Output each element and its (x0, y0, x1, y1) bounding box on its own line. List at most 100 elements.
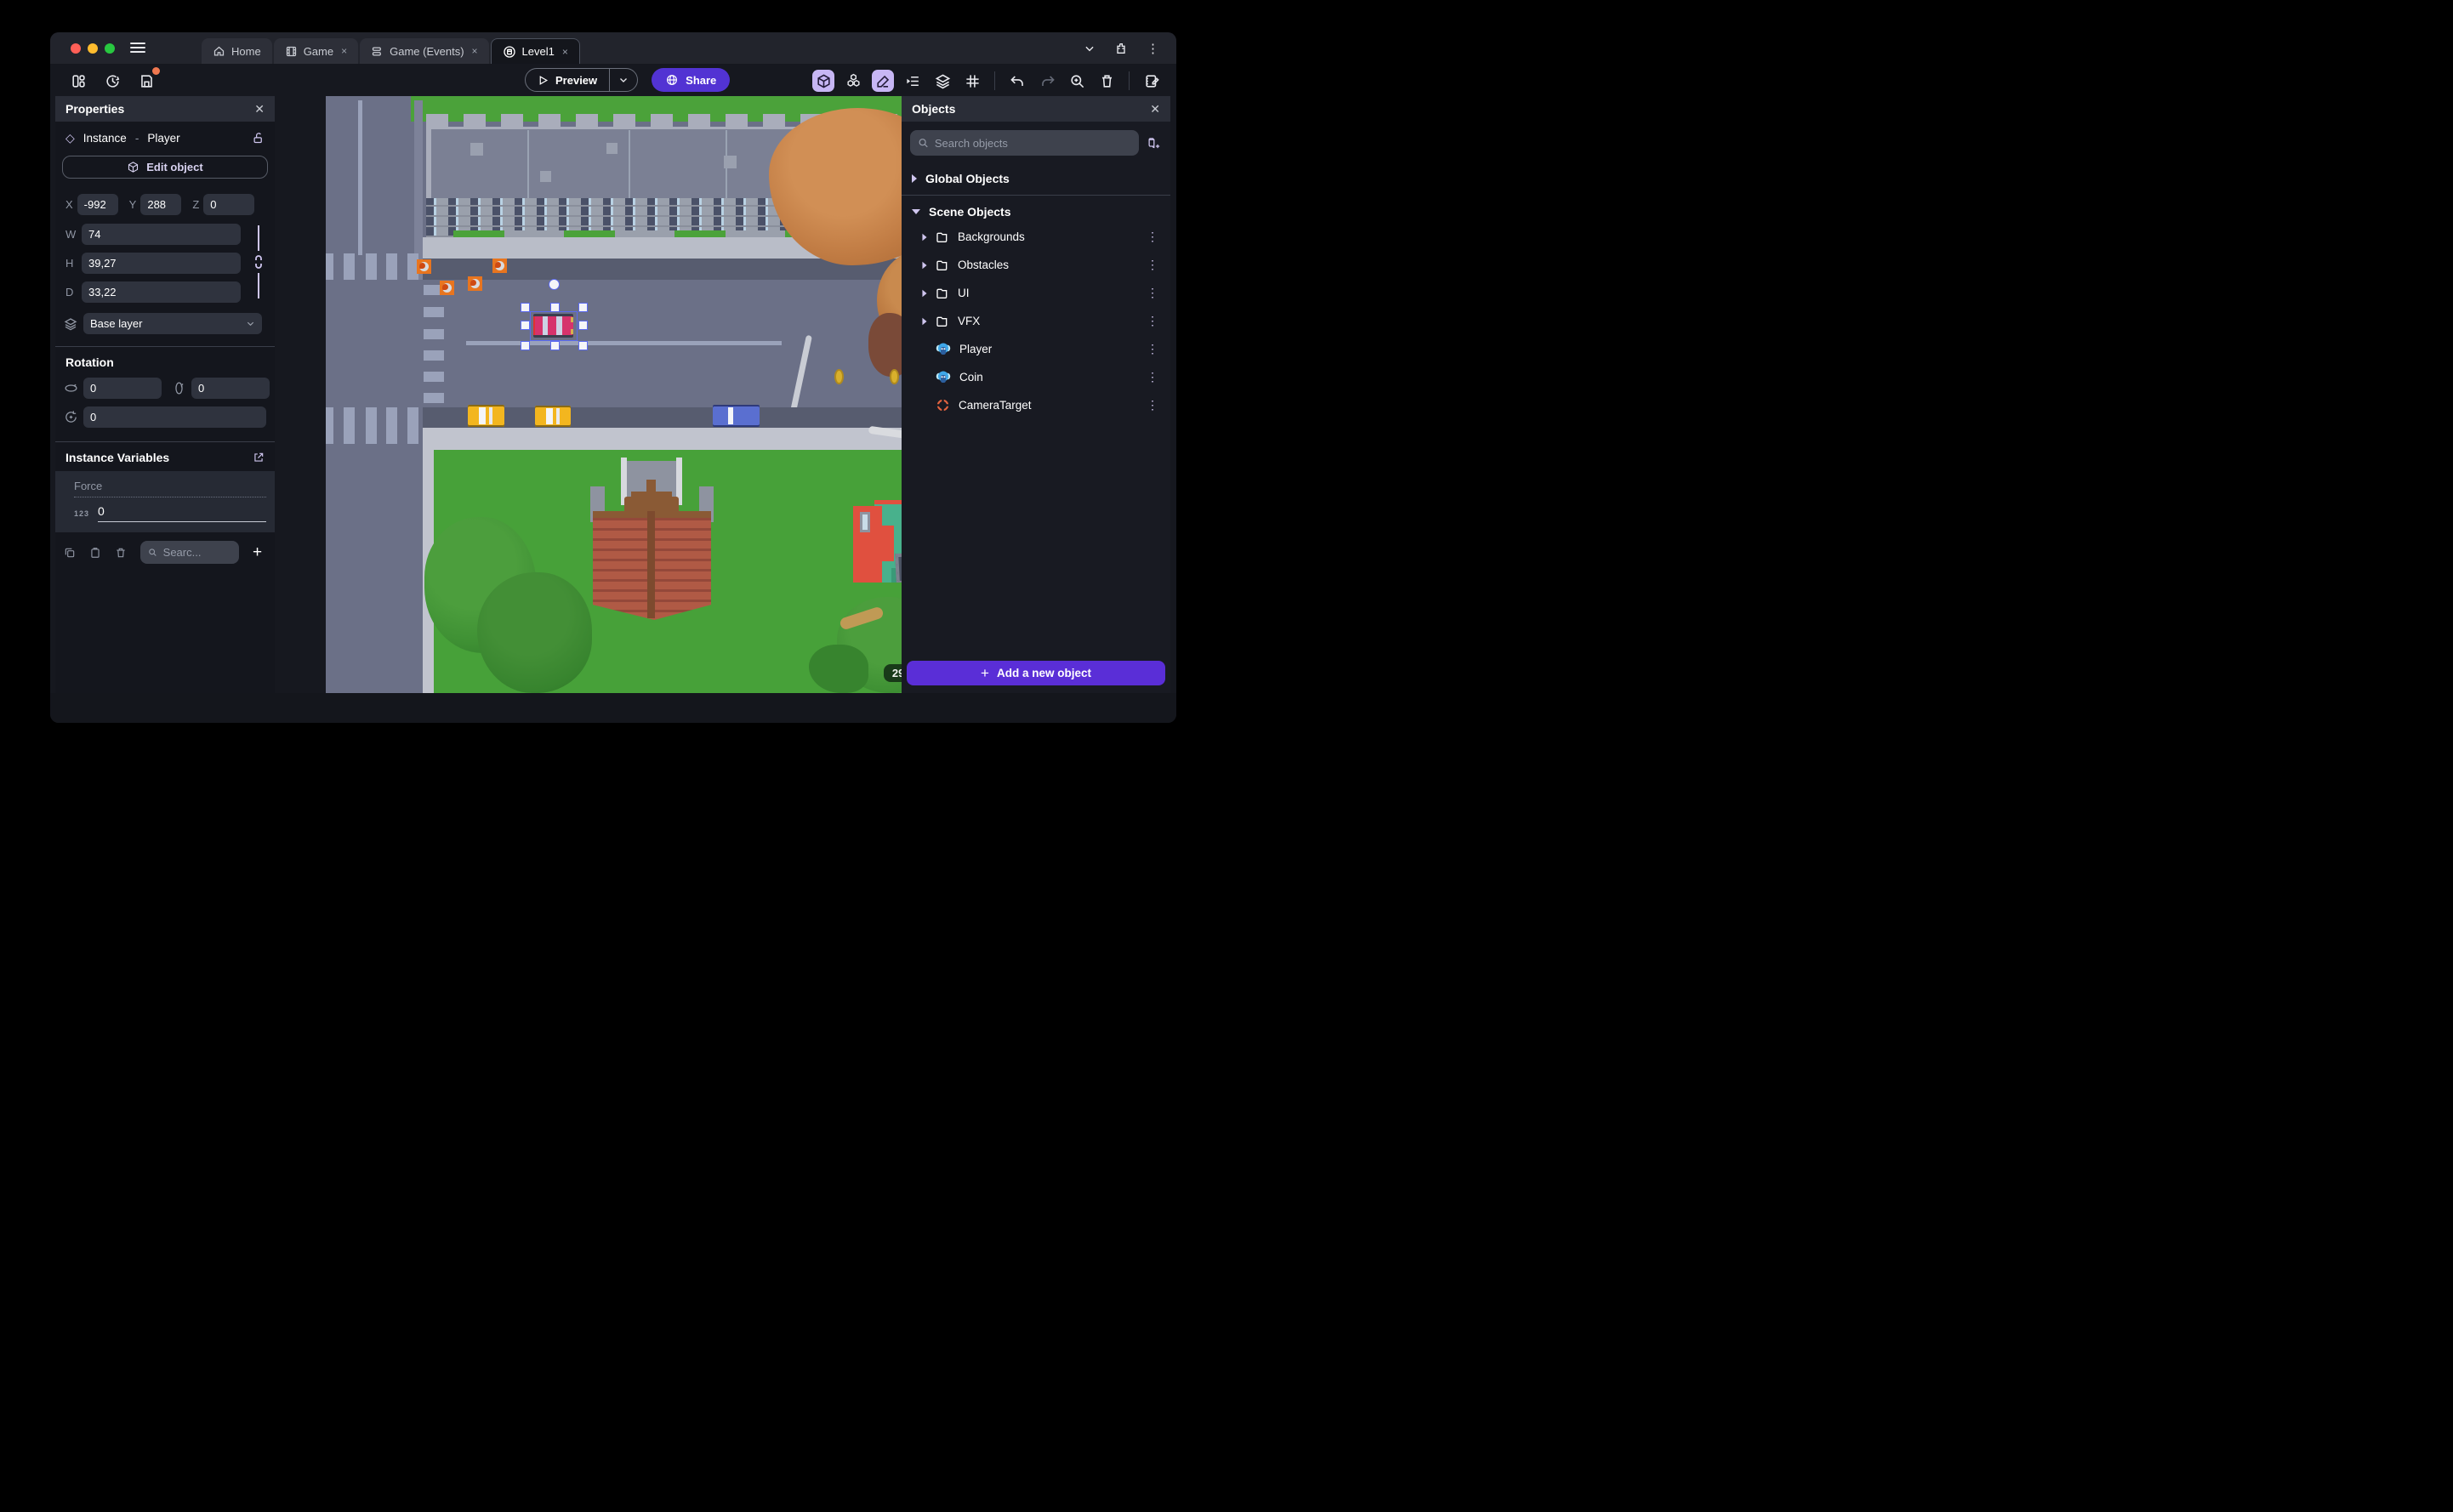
chevron-right-icon (912, 174, 917, 183)
tab-game[interactable]: Game × (273, 38, 359, 64)
kebab-menu-icon[interactable]: ⋮ (1147, 314, 1158, 328)
edit-mode-icon[interactable] (872, 70, 894, 92)
trash-icon[interactable] (115, 547, 127, 559)
variable-name[interactable]: Force (74, 480, 266, 497)
church-building-instance[interactable] (590, 458, 714, 620)
zoom-in-icon[interactable] (1066, 70, 1088, 92)
resize-handle[interactable] (521, 303, 530, 312)
chevron-right-icon (922, 317, 927, 325)
variable-value[interactable]: 0 (98, 504, 266, 522)
objects-panel-toggle-icon[interactable] (812, 70, 834, 92)
add-folder-icon[interactable] (1147, 136, 1162, 151)
resize-handle[interactable] (521, 321, 530, 330)
height-field[interactable] (82, 253, 241, 274)
scene-objects-group[interactable]: Scene Objects (902, 201, 1170, 223)
tab-game-events[interactable]: Game (Events) × (360, 38, 489, 64)
kebab-menu-icon[interactable]: ⋮ (1147, 230, 1158, 244)
crate-instance[interactable] (492, 259, 507, 273)
kebab-menu-icon[interactable]: ⋮ (1147, 258, 1158, 272)
rotation-x-field[interactable] (83, 378, 162, 399)
kebab-menu-icon[interactable]: ⋮ (1147, 41, 1159, 56)
scene-canvas[interactable]: 29;-116 (326, 96, 952, 693)
kebab-menu-icon[interactable]: ⋮ (1147, 398, 1158, 412)
close-window-button[interactable] (71, 43, 81, 54)
z-field[interactable] (203, 194, 255, 215)
resize-handle[interactable] (578, 303, 588, 312)
undo-icon[interactable] (1006, 70, 1028, 92)
x-field[interactable] (77, 194, 118, 215)
crate-instance[interactable] (417, 259, 431, 274)
close-tab-icon[interactable]: × (472, 45, 478, 57)
save-icon[interactable] (135, 67, 160, 92)
instances-icon[interactable] (842, 70, 864, 92)
extensions-icon[interactable] (1114, 42, 1128, 55)
object-folder-vfx[interactable]: VFX ⋮ (902, 307, 1170, 335)
crate-instance[interactable] (440, 281, 454, 295)
tab-level1[interactable]: Level1 × (490, 38, 580, 64)
redo-icon[interactable] (1036, 70, 1058, 92)
add-variable-icon[interactable]: + (253, 544, 262, 560)
add-new-object-button[interactable]: + Add a new object (907, 661, 1165, 685)
scene-settings-icon[interactable] (1141, 70, 1163, 92)
instances-list-icon[interactable] (902, 70, 924, 92)
object-folder-obstacles[interactable]: Obstacles ⋮ (902, 251, 1170, 279)
close-objects-icon[interactable]: ✕ (1150, 102, 1160, 117)
kebab-menu-icon[interactable]: ⋮ (1147, 370, 1158, 384)
blue-car-instance[interactable] (713, 405, 760, 427)
kebab-menu-icon[interactable]: ⋮ (1147, 342, 1158, 356)
rotation-z-field[interactable] (83, 406, 266, 428)
depth-field[interactable] (82, 281, 241, 303)
coin-instance[interactable] (834, 369, 844, 384)
tree-green-instance[interactable] (477, 572, 592, 693)
paste-icon[interactable] (89, 547, 101, 559)
object-item-coin[interactable]: Coin ⋮ (902, 363, 1170, 391)
resize-handle[interactable] (550, 303, 560, 312)
delete-icon[interactable] (1096, 70, 1118, 92)
resize-handle[interactable] (578, 321, 588, 330)
grid-icon[interactable] (961, 70, 983, 92)
objects-search-input[interactable] (934, 136, 1131, 150)
coin-instance[interactable] (890, 369, 899, 384)
close-tab-icon[interactable]: × (562, 46, 568, 58)
layout-panels-icon[interactable] (67, 70, 89, 92)
resize-handle[interactable] (578, 341, 588, 350)
layers-icon[interactable] (931, 70, 953, 92)
lane-line-horizontal (466, 341, 782, 345)
preview-button[interactable]: Preview (525, 68, 639, 92)
global-objects-group[interactable]: Global Objects (902, 168, 1170, 190)
object-item-cameratarget[interactable]: CameraTarget ⋮ (902, 391, 1170, 419)
lock-ratio-icon[interactable] (253, 225, 265, 298)
resize-handle[interactable] (550, 341, 560, 350)
close-tab-icon[interactable]: × (341, 45, 347, 57)
resize-handle[interactable] (521, 341, 530, 350)
width-field[interactable] (82, 224, 241, 245)
copy-icon[interactable] (64, 547, 76, 559)
open-variables-icon[interactable] (253, 452, 265, 463)
object-folder-ui[interactable]: UI ⋮ (902, 279, 1170, 307)
crate-instance[interactable] (468, 276, 482, 291)
close-properties-icon[interactable]: ✕ (254, 102, 265, 117)
taxi-instance[interactable] (535, 406, 571, 427)
menu-icon[interactable] (130, 43, 145, 53)
chevron-down-icon[interactable] (1084, 43, 1096, 54)
unlock-icon[interactable] (252, 132, 265, 145)
kebab-menu-icon[interactable]: ⋮ (1147, 286, 1158, 300)
object-item-player[interactable]: Player ⋮ (902, 335, 1170, 363)
rotation-handle[interactable] (549, 279, 560, 290)
edit-object-button[interactable]: Edit object (62, 156, 268, 179)
player-car-instance[interactable] (533, 314, 573, 338)
maximize-window-button[interactable] (105, 43, 115, 54)
preview-dropdown-icon[interactable] (609, 69, 637, 91)
variables-search-input[interactable] (162, 546, 231, 559)
layer-select[interactable]: Base layer (83, 313, 262, 334)
target-icon (936, 398, 950, 412)
object-folder-backgrounds[interactable]: Backgrounds ⋮ (902, 223, 1170, 251)
minimize-window-button[interactable] (88, 43, 98, 54)
rotation-y-field[interactable] (191, 378, 270, 399)
tab-home[interactable]: Home (202, 38, 272, 64)
taxi-instance[interactable] (468, 405, 504, 427)
y-field[interactable] (140, 194, 182, 215)
history-icon[interactable] (101, 70, 123, 92)
folder-icon (936, 315, 949, 328)
share-button[interactable]: Share (652, 68, 731, 92)
